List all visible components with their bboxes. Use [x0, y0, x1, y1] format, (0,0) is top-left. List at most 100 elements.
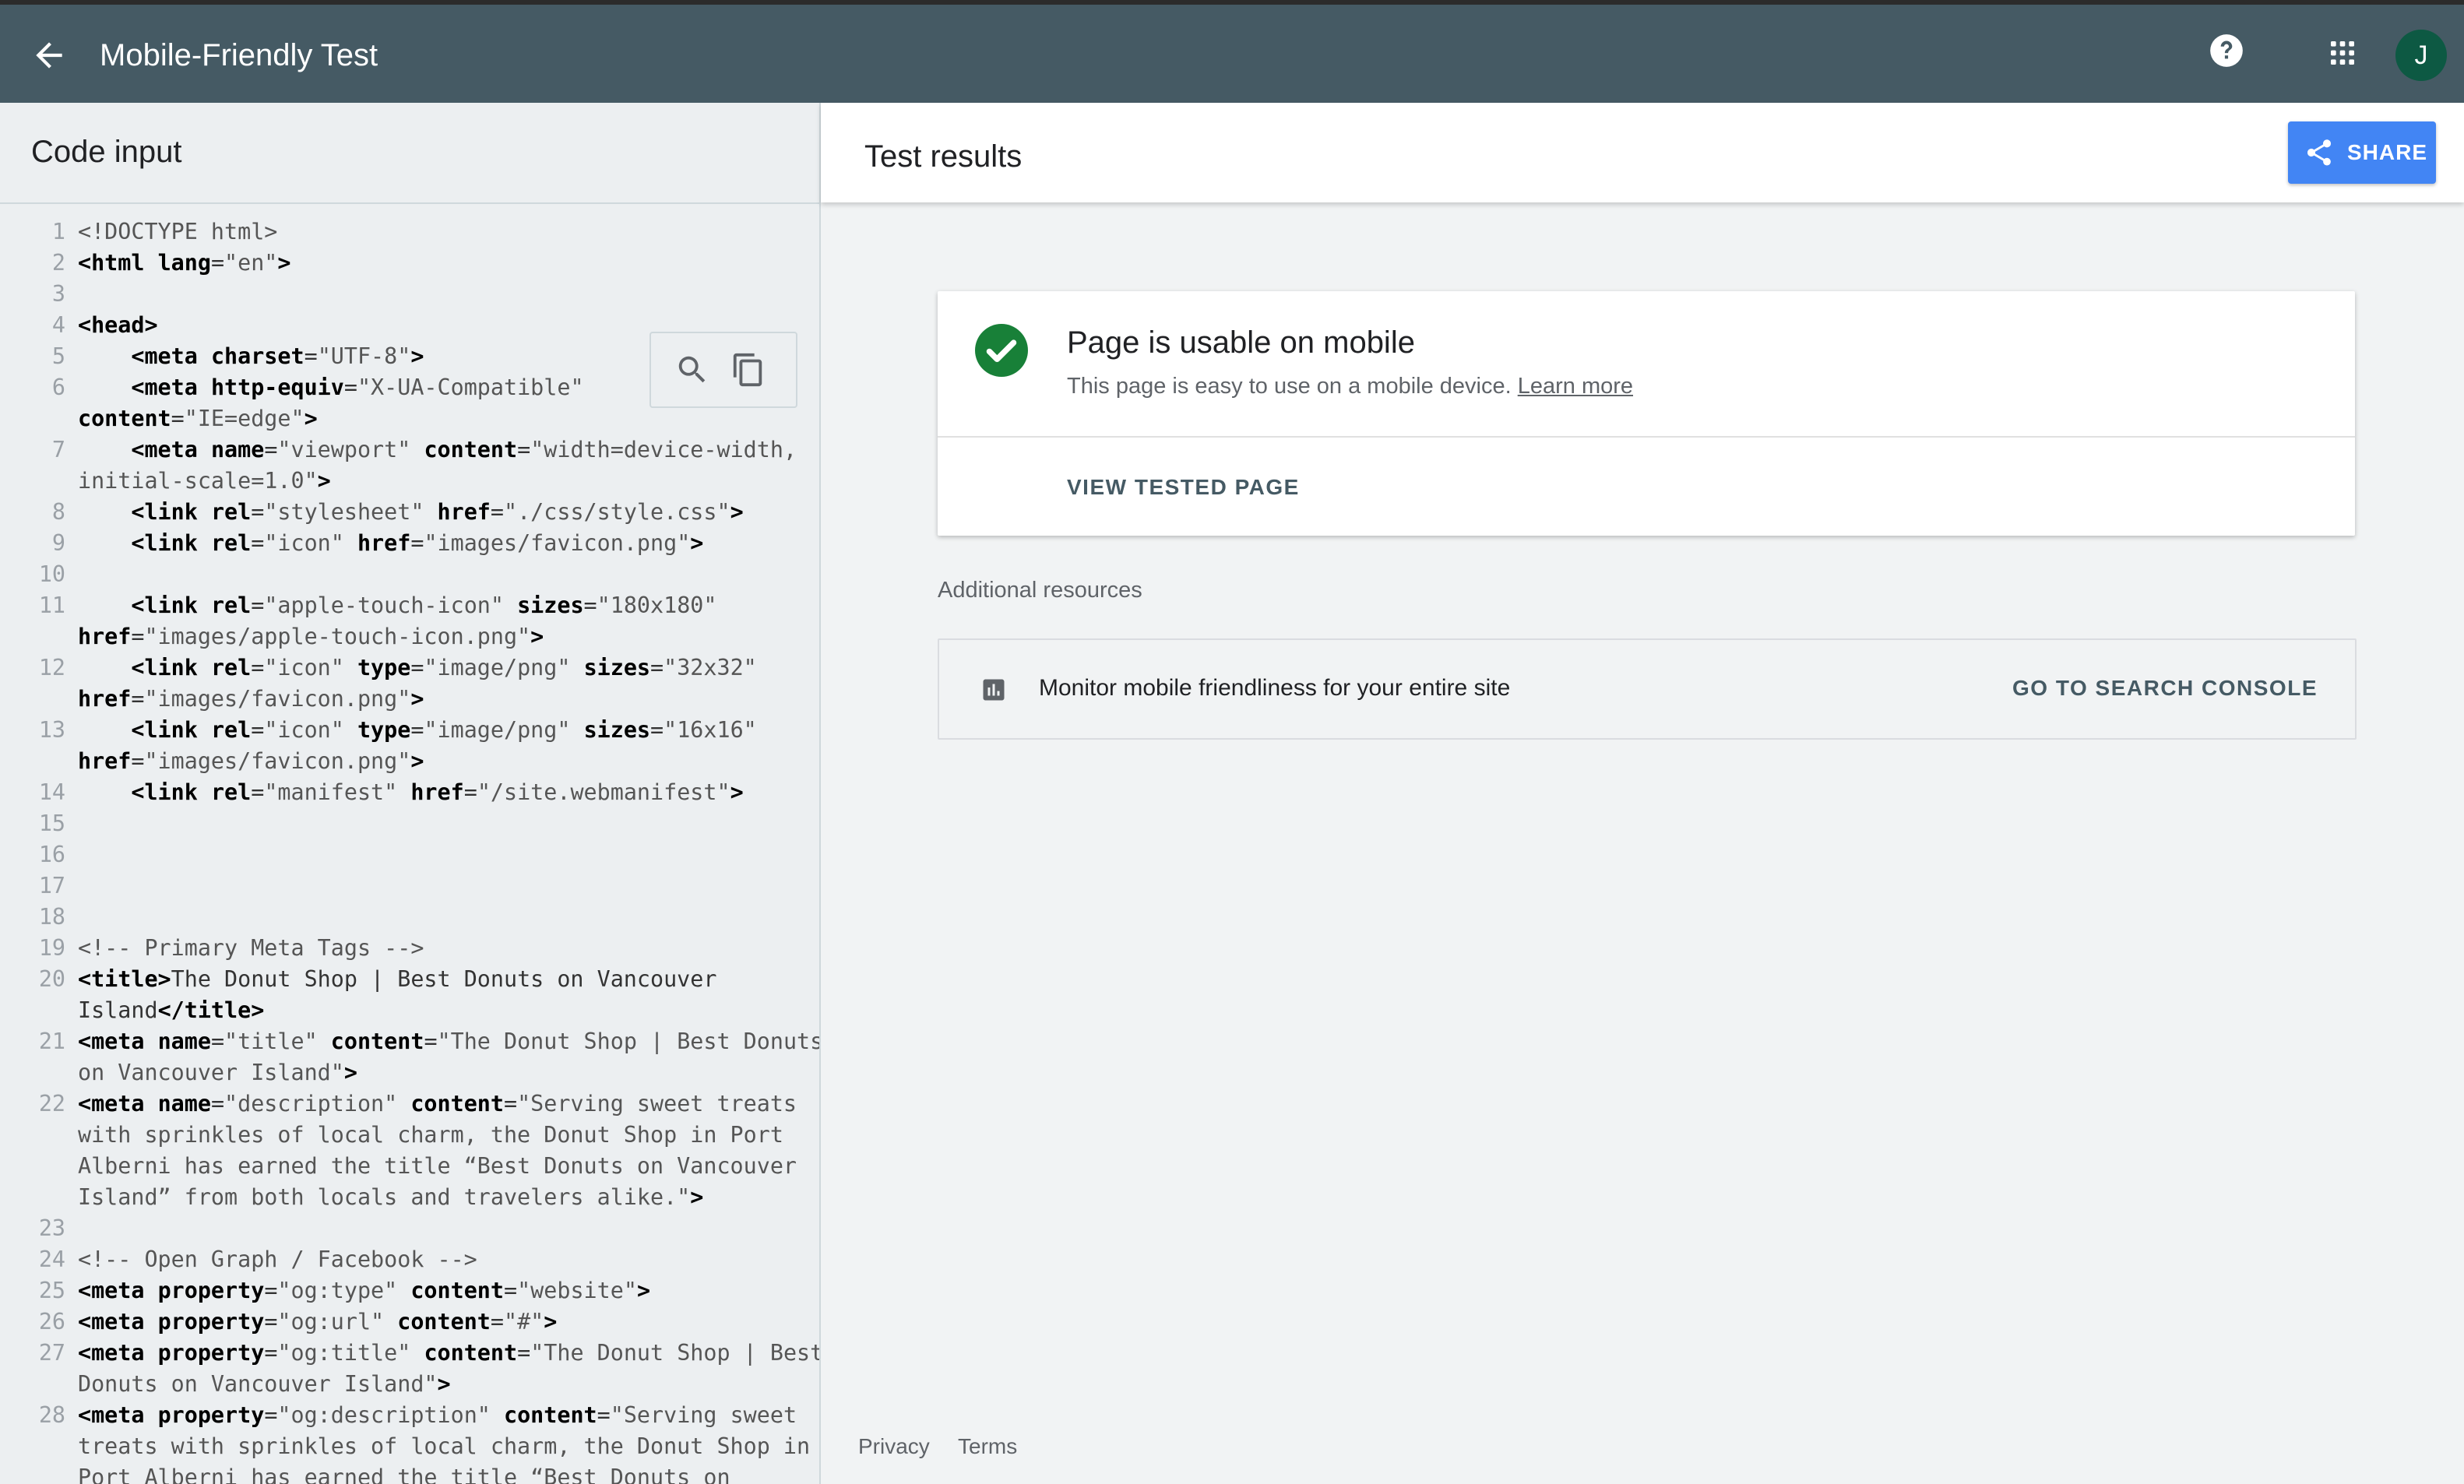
copy-icon[interactable] [730, 350, 766, 389]
code-text: href="images/apple-touch-icon.png"> [78, 621, 544, 652]
code-token: <meta [78, 1278, 158, 1303]
code-line: href="images/favicon.png"> [0, 746, 819, 777]
line-number: 15 [38, 811, 65, 836]
go-to-search-console-button[interactable]: GO TO SEARCH CONSOLE [2012, 673, 2318, 704]
code-token: = [583, 593, 597, 618]
code-token: href [78, 686, 132, 712]
code-token: "icon" [264, 530, 357, 556]
code-token: Alberni has earned the title “Best Donut… [78, 1153, 797, 1179]
code-line: Alberni has earned the title “Best Donut… [0, 1151, 819, 1182]
back-arrow-icon[interactable] [30, 36, 69, 75]
code-token: = [264, 1340, 278, 1366]
code-token: rel [210, 779, 252, 805]
code-token: = [424, 1029, 438, 1054]
code-token: content [424, 437, 518, 462]
code-text: <meta property="og:title" content="The D… [78, 1338, 819, 1369]
code-token: content [397, 1309, 491, 1335]
code-token: "#" [504, 1309, 544, 1335]
code-token: <meta [78, 1309, 158, 1335]
code-token: "Serving sweet treats [517, 1091, 797, 1117]
code-line: href="images/favicon.png"> [0, 684, 819, 715]
code-text: <html lang="en"> [78, 248, 291, 279]
terms-link[interactable]: Terms [958, 1431, 1017, 1462]
code-line: 16 [0, 839, 819, 870]
code-token: "X-UA-Compatible" [357, 375, 584, 400]
code-token: content [424, 1340, 518, 1366]
code-line: 12 <link rel="icon" type="image/png" siz… [0, 652, 819, 684]
code-token: > [730, 779, 744, 805]
line-number: 23 [38, 1215, 65, 1241]
code-text: <meta name="viewport" content="width=dev… [78, 434, 797, 466]
apps-grid-icon[interactable] [2327, 37, 2366, 76]
code-token: content [78, 406, 171, 431]
code-text: <link rel="apple-touch-icon" sizes="180x… [78, 590, 716, 621]
code-token: = [251, 499, 265, 525]
code-text: <link rel="icon" href="images/favicon.pn… [78, 528, 703, 559]
code-token: sizes [517, 593, 584, 618]
code-token: > [277, 250, 291, 276]
code-token: = [251, 717, 265, 743]
code-line: 24 <!-- Open Graph / Facebook --> [0, 1244, 819, 1275]
code-text: <!-- Open Graph / Facebook --> [78, 1244, 477, 1275]
account-avatar[interactable]: J [2395, 30, 2447, 81]
code-line: 7 <meta name="viewport" content="width=d… [0, 434, 819, 466]
code-token: "IE=edge" [184, 406, 304, 431]
code-token: on Vancouver Island" [78, 1060, 344, 1085]
code-token: initial-scale=1.0" [78, 468, 318, 494]
code-line: 11 <link rel="apple-touch-icon" sizes="1… [0, 590, 819, 621]
code-token: sizes [583, 717, 651, 743]
code-line: Island</title> [0, 995, 819, 1026]
code-line: 10 [0, 559, 819, 590]
code-line: href="images/apple-touch-icon.png"> [0, 621, 819, 652]
code-token: "stylesheet" [264, 499, 438, 525]
code-line: 17 [0, 870, 819, 902]
code-line: 23 [0, 1213, 819, 1244]
code-token: = [131, 748, 145, 774]
code-token: <title> [78, 966, 171, 992]
code-token: <link [131, 717, 211, 743]
learn-more-link[interactable]: Learn more [1518, 374, 1633, 399]
code-token: type [357, 655, 411, 680]
code-token: href [357, 530, 411, 556]
code-text: href="images/favicon.png"> [78, 684, 424, 715]
result-description: This page is easy to use on a mobile dev… [1067, 371, 1633, 402]
editor-toolbox [649, 332, 797, 408]
code-token: = [490, 1309, 504, 1335]
help-icon[interactable] [2207, 31, 2246, 70]
code-token: "description" [224, 1091, 411, 1117]
code-token: <meta [78, 1091, 158, 1117]
code-line: 8 <link rel="stylesheet" href="./css/sty… [0, 497, 819, 528]
privacy-link[interactable]: Privacy [858, 1431, 930, 1462]
code-text: Island” from both locals and travelers a… [78, 1182, 703, 1213]
code-text: <head> [78, 310, 158, 341]
code-token: content [410, 1091, 504, 1117]
code-token: = [410, 717, 424, 743]
code-token: = [264, 437, 278, 462]
code-line: Island” from both locals and travelers a… [0, 1182, 819, 1213]
code-text: <!-- Primary Meta Tags --> [78, 933, 424, 964]
code-token: = [210, 1091, 225, 1117]
code-line: 19 <!-- Primary Meta Tags --> [0, 933, 819, 964]
code-token: = [264, 1278, 278, 1303]
code-token: <meta [78, 1402, 158, 1428]
code-text: <meta property="og:description" content=… [78, 1400, 797, 1431]
code-token: > [343, 1060, 357, 1085]
code-line: 18 [0, 902, 819, 933]
search-icon[interactable] [674, 352, 710, 388]
view-tested-page-button[interactable]: VIEW TESTED PAGE [1067, 472, 1300, 503]
code-token: > [690, 530, 704, 556]
share-button[interactable]: SHARE [2288, 121, 2436, 184]
code-token: with sprinkles of local charm, the Donut… [78, 1122, 783, 1148]
code-token: "images/favicon.png" [424, 530, 691, 556]
code-token: "UTF-8" [317, 343, 411, 369]
line-number: 2 [51, 250, 65, 276]
code-token: = [650, 717, 664, 743]
code-line: 9 <link rel="icon" href="images/favicon.… [0, 528, 819, 559]
code-token: = [517, 1340, 531, 1366]
code-token: "/site.webmanifest" [477, 779, 730, 805]
code-token: = [131, 686, 145, 712]
code-token: property [157, 1278, 265, 1303]
code-token: <!-- Open Graph / Facebook --> [78, 1247, 477, 1272]
result-title: Page is usable on mobile [1067, 325, 1415, 360]
code-token: Donuts on Vancouver Island" [78, 1371, 438, 1397]
